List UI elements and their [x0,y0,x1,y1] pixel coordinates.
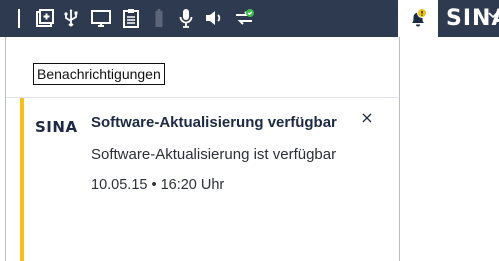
monitor-icon[interactable] [90,7,112,29]
notification-bell-icon [412,8,427,27]
notification-bell-button[interactable] [398,0,438,37]
notification-body: Software-Aktualisierung ist verfügbar [91,146,337,163]
taskbar-separator [18,9,20,28]
add-window-icon[interactable] [34,7,56,29]
taskbar: SINA [0,0,499,37]
battery-icon[interactable] [148,7,170,29]
notification-app-logo: SINA [35,118,78,136]
notification-close-button[interactable]: × [359,110,375,126]
panel-divider [6,97,398,98]
network-connected-icon[interactable] [233,7,255,29]
microphone-icon[interactable] [175,7,197,29]
notification-title[interactable]: Software-Aktualisierung verfügbar [91,114,337,131]
notification-accent-bar [20,98,24,261]
usb-icon[interactable] [60,7,82,29]
chevron-down-icon[interactable] [488,11,498,19]
panel-title: Benachrichtigungen [33,63,165,85]
speaker-icon[interactable] [203,7,225,29]
notification-timestamp: 10.05.15 • 16:20 Uhr [91,177,225,193]
clipboard-icon[interactable] [120,7,142,29]
